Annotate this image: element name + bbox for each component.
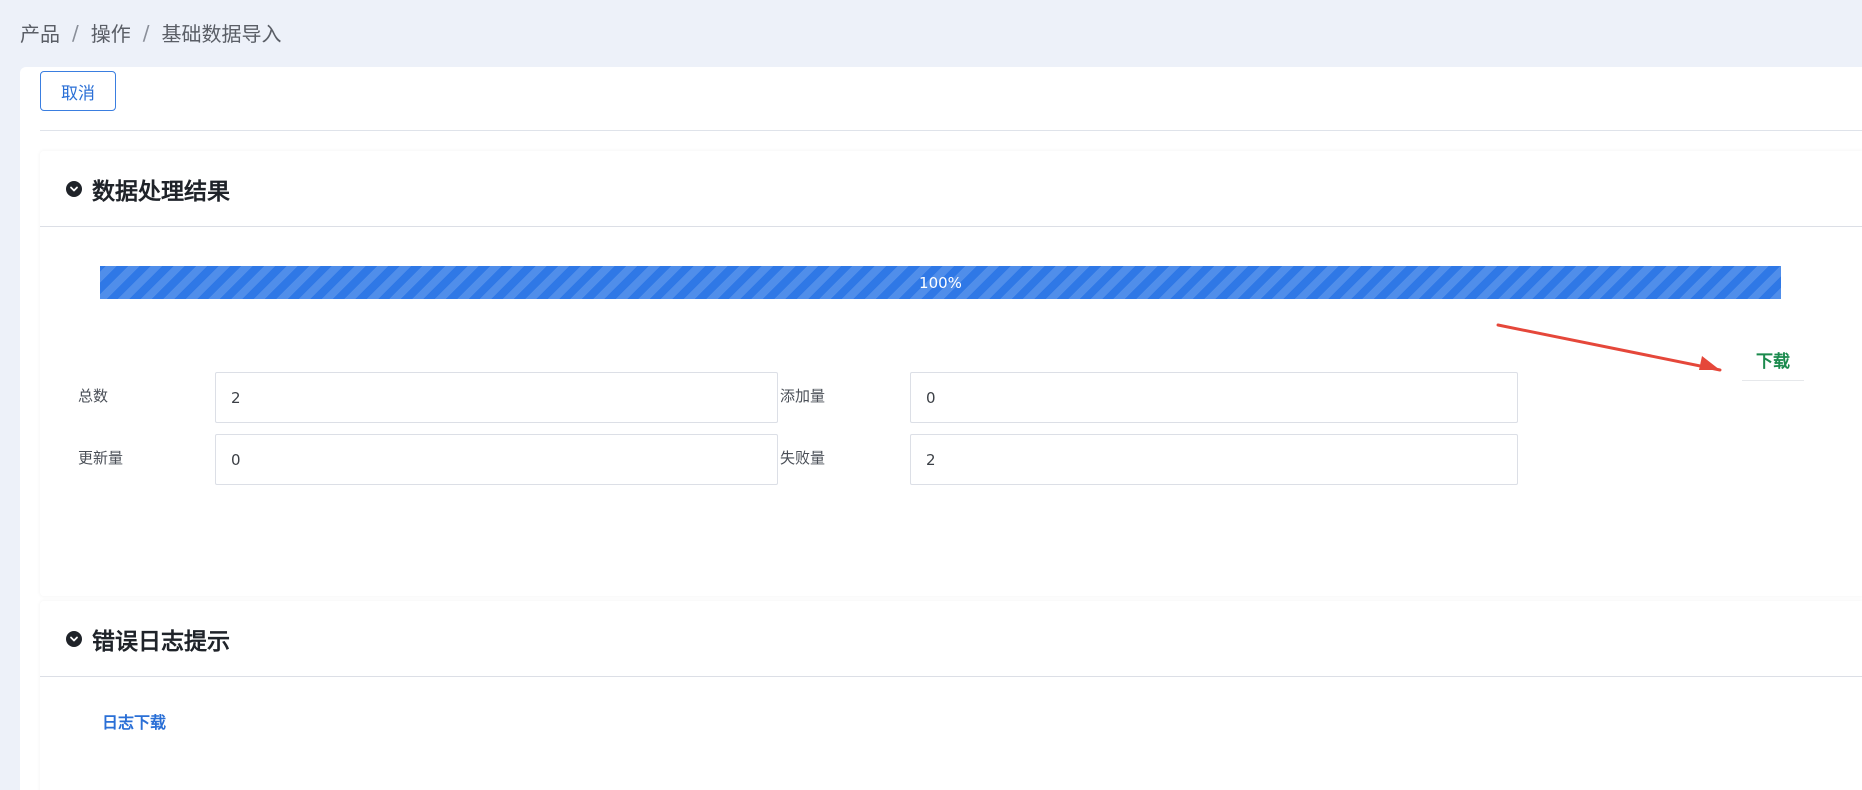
total-field[interactable] bbox=[215, 372, 778, 423]
progress-bar: 100% bbox=[100, 266, 1781, 299]
breadcrumb: 产品 / 操作 / 基础数据导入 bbox=[20, 18, 282, 47]
chevron-down-circle-icon[interactable] bbox=[66, 630, 82, 647]
log-download-link[interactable]: 日志下载 bbox=[102, 709, 166, 733]
red-arrow-annotation bbox=[1496, 323, 1722, 372]
cancel-button[interactable]: 取消 bbox=[40, 71, 116, 111]
failed-field[interactable] bbox=[910, 434, 1518, 485]
breadcrumb-item-operation[interactable]: 操作 bbox=[91, 18, 131, 47]
chevron-down-circle-icon[interactable] bbox=[66, 180, 82, 197]
updated-field[interactable] bbox=[215, 434, 778, 485]
updated-label: 更新量 bbox=[78, 449, 124, 467]
data-result-header[interactable]: 数据处理结果 bbox=[40, 151, 1862, 227]
failed-label: 失败量 bbox=[780, 449, 826, 467]
error-log-section: 错误日志提示 日志下载 bbox=[40, 601, 1862, 790]
breadcrumb-item-current: 基础数据导入 bbox=[161, 22, 282, 46]
page-card: 取消 数据处理结果 100% 下载 总数 添加量 更新量 失败量 错误日志提示 bbox=[20, 67, 1862, 790]
added-field[interactable] bbox=[910, 372, 1518, 423]
added-label: 添加量 bbox=[780, 387, 826, 405]
download-button[interactable]: 下载 bbox=[1742, 339, 1804, 381]
toolbar-divider bbox=[40, 130, 1862, 131]
error-log-title: 错误日志提示 bbox=[92, 628, 230, 655]
progress-label: 100% bbox=[919, 273, 962, 292]
error-log-header[interactable]: 错误日志提示 bbox=[40, 601, 1862, 677]
data-result-title: 数据处理结果 bbox=[92, 178, 230, 205]
total-label: 总数 bbox=[78, 387, 109, 405]
breadcrumb-item-product[interactable]: 产品 bbox=[20, 18, 60, 47]
breadcrumb-separator: / bbox=[72, 20, 79, 45]
breadcrumb-separator: / bbox=[142, 20, 150, 45]
